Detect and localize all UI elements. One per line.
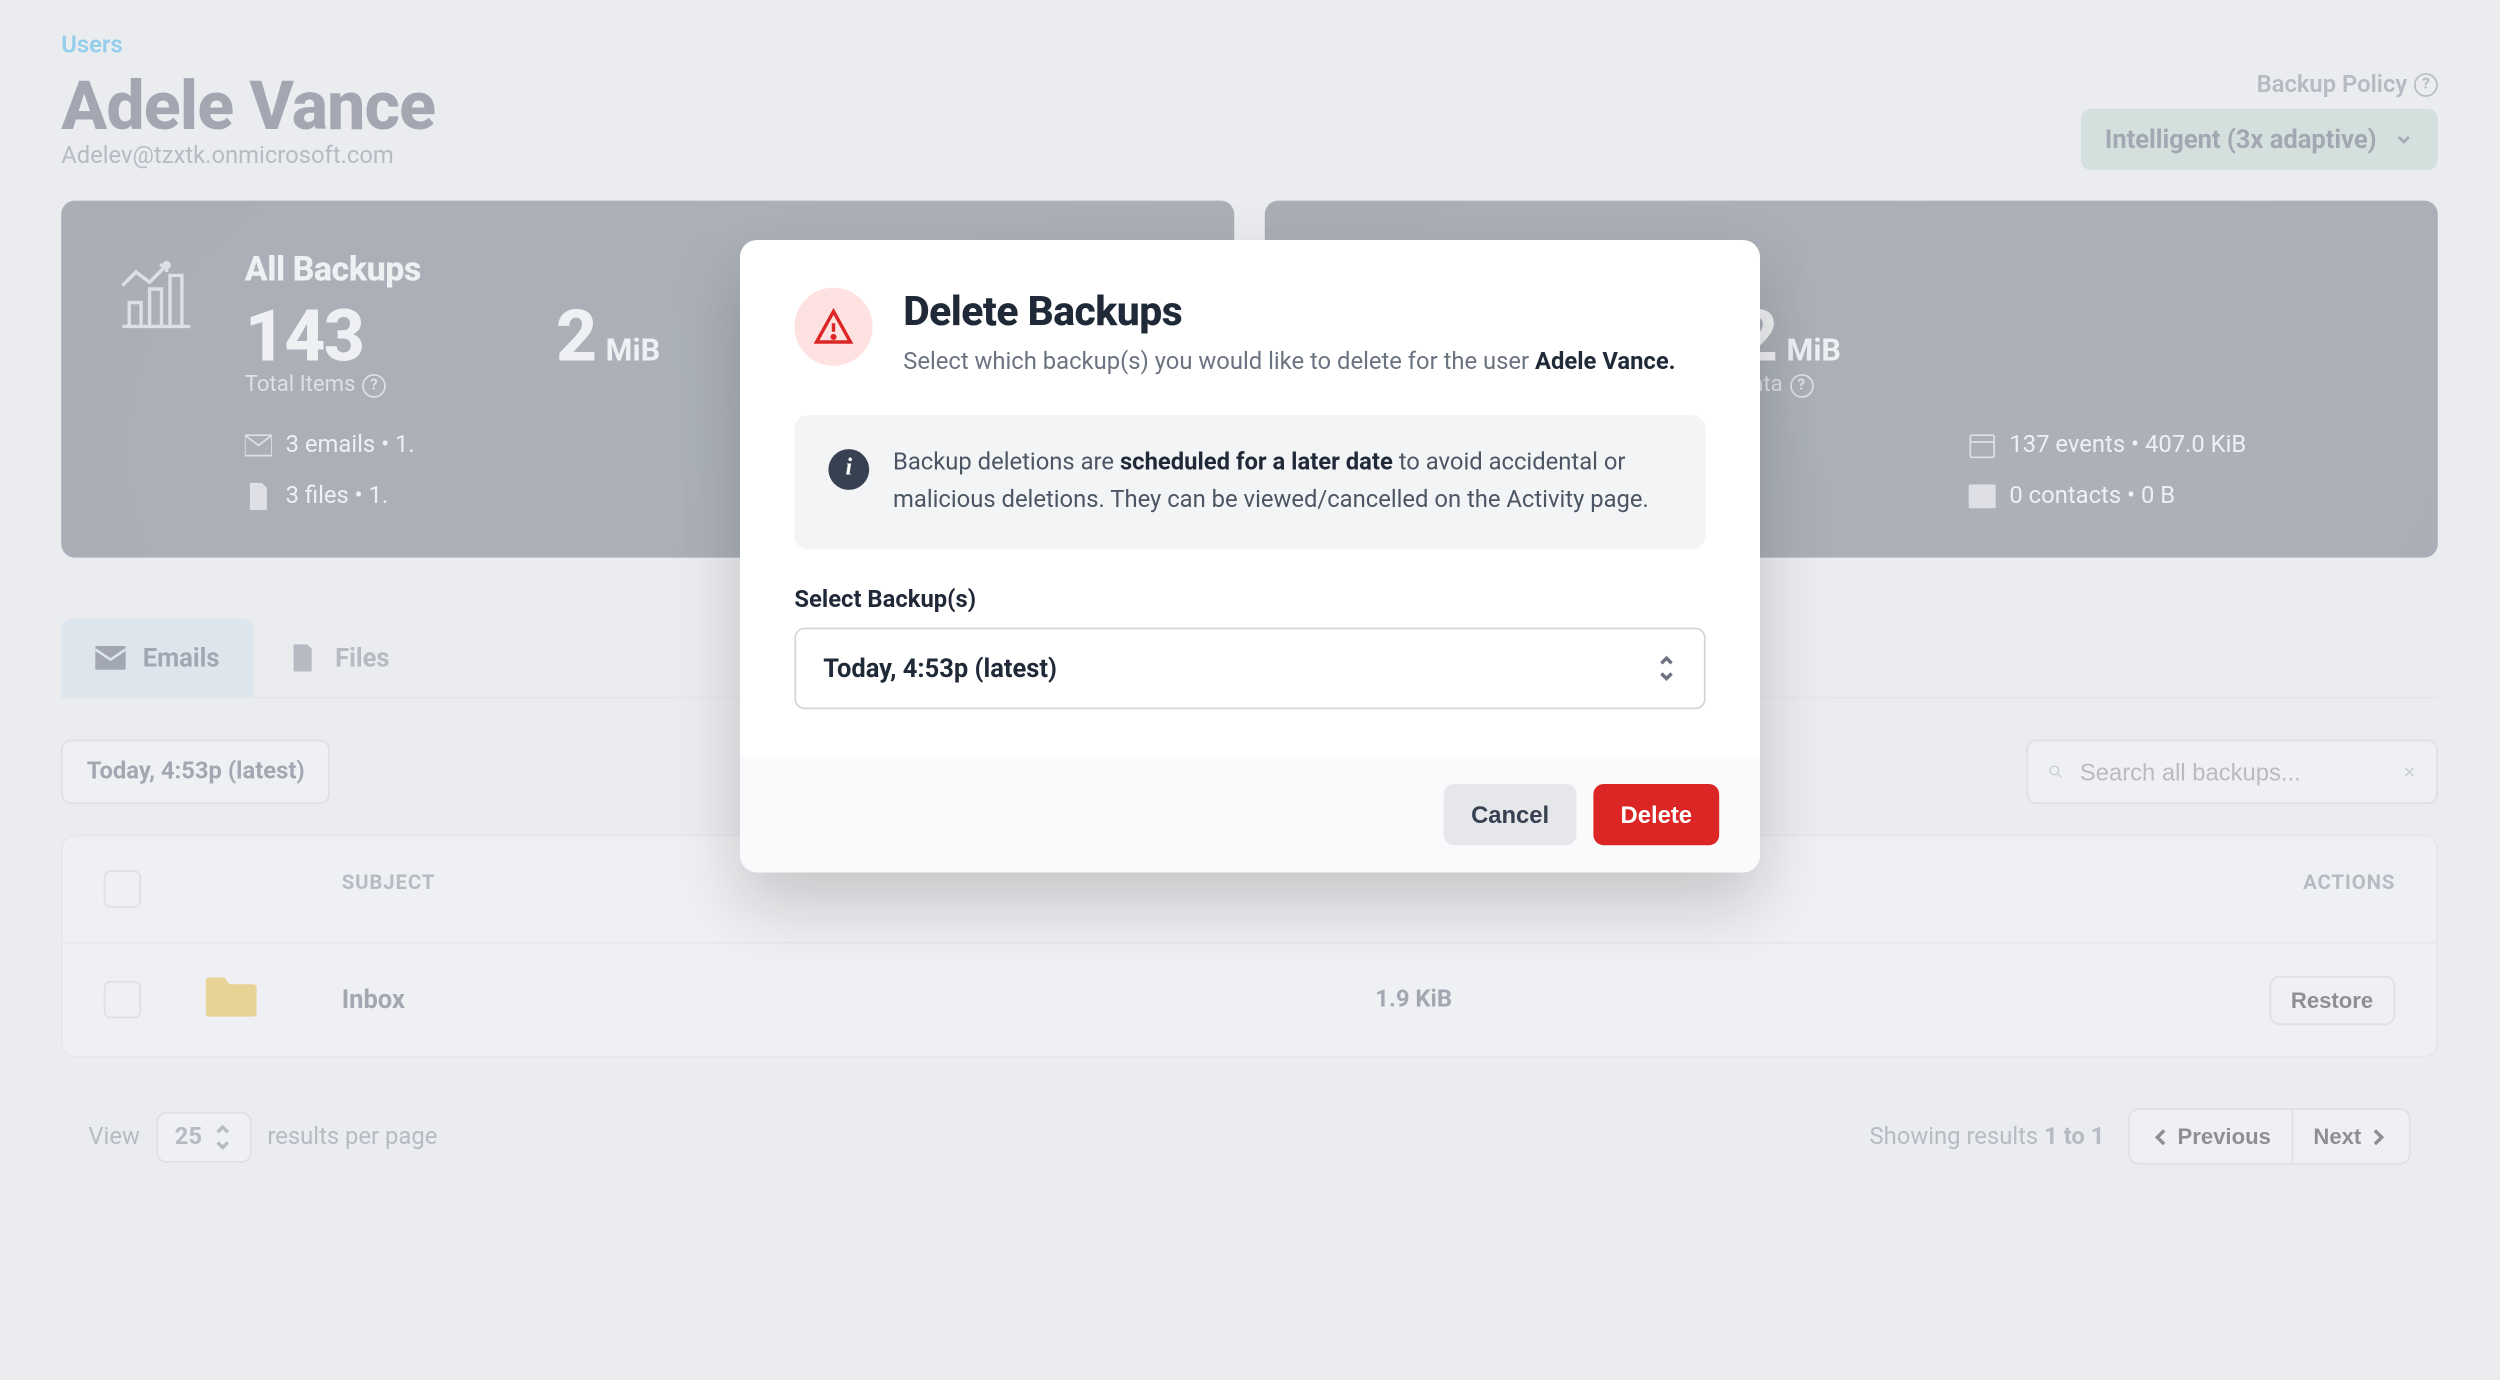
modal-overlay[interactable]: Delete Backups Select which backup(s) yo… <box>0 0 2500 1380</box>
info-box: i Backup deletions are scheduled for a l… <box>794 415 1705 550</box>
modal-title: Delete Backups <box>903 288 1705 336</box>
warning-icon <box>794 288 872 366</box>
delete-backups-modal: Delete Backups Select which backup(s) yo… <box>740 240 1760 873</box>
updown-icon <box>1656 655 1676 682</box>
cancel-button[interactable]: Cancel <box>1444 785 1576 846</box>
modal-backup-select[interactable]: Today, 4:53p (latest) <box>794 628 1705 710</box>
info-icon: i <box>828 449 869 490</box>
delete-button[interactable]: Delete <box>1593 785 1719 846</box>
select-backups-label: Select Backup(s) <box>794 587 1705 614</box>
modal-description: Select which backup(s) you would like to… <box>903 345 1705 381</box>
